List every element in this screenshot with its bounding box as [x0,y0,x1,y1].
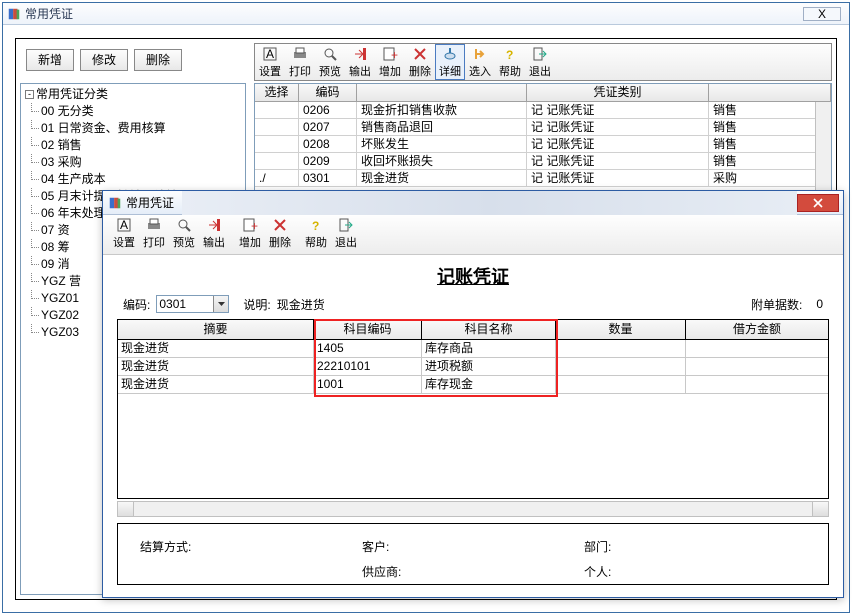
dlg-add-button[interactable]: +增加 [235,215,265,251]
output-button[interactable]: 输出 [345,44,375,80]
entry-row[interactable]: 现金进货1405库存商品 [118,340,828,358]
person-label: 个人: [584,563,806,580]
col-right[interactable] [709,84,831,102]
code-combo[interactable] [156,295,229,313]
dlg-exit-button[interactable]: 退出 [331,215,361,251]
collapse-icon[interactable]: - [25,90,34,99]
app-icon [7,7,21,21]
detail-button[interactable]: 详细 [435,44,465,80]
settings-button[interactable]: A设置 [255,44,285,80]
attach-value: 0 [816,297,823,311]
edit-button[interactable]: 修改 [80,49,128,71]
dept-label: 部门: [584,538,806,555]
print-button[interactable]: 打印 [285,44,315,80]
add-row-button[interactable]: +增加 [375,44,405,80]
help-button[interactable]: ?帮助 [495,44,525,80]
svg-text:A: A [266,47,274,61]
dlg-preview-button[interactable]: 预览 [169,215,199,251]
window-title: 常用凭证 [25,5,803,22]
code-input[interactable] [157,296,213,312]
dlg-del-button[interactable]: 删除 [265,215,295,251]
dialog-close-button[interactable] [797,194,839,212]
close-button[interactable]: X [803,7,841,21]
exit-button[interactable]: 退出 [525,44,555,80]
egcol-subjectcode[interactable]: 科目编码 [314,320,422,340]
col-select[interactable]: 选择 [255,84,299,102]
customer-label: 客户: [362,538,584,555]
egcol-debit[interactable]: 借方金额 [686,320,828,340]
table-row[interactable]: 0209收回坏账损失记 记账凭证销售 [255,153,831,170]
svg-text:?: ? [312,219,319,233]
svg-text:+: + [391,48,398,62]
dlg-output-button[interactable]: 输出 [199,215,229,251]
tree-root[interactable]: -常用凭证分类 [23,86,243,103]
big-buttons: 新增 修改 删除 [26,49,182,71]
table-row[interactable]: 0206现金折扣销售收款记 记账凭证销售 [255,102,831,119]
table-row[interactable]: ./0301现金进货记 记账凭证采购 [255,170,831,187]
tree-node[interactable]: 01 日常资金、费用核算 [23,120,243,137]
egcol-subjectname[interactable]: 科目名称 [422,320,556,340]
main-toolbar: A设置 打印 预览 输出 +增加 删除 详细 选入 ?帮助 退出 [254,43,832,81]
horizontal-scrollbar[interactable] [117,501,829,517]
tree-node[interactable]: 00 无分类 [23,103,243,120]
dialog-title: 常用凭证 [126,194,174,211]
chevron-down-icon[interactable] [213,296,228,312]
meta-row: 编码: 说明: 现金进货 附单据数: 0 [103,295,843,319]
svg-text:+: + [251,219,258,233]
select-in-button[interactable]: 选入 [465,44,495,80]
dlg-help-button[interactable]: ?帮助 [301,215,331,251]
titlebar: 常用凭证 X [3,3,849,25]
preview-button[interactable]: 预览 [315,44,345,80]
tree-node[interactable]: 03 采购 [23,154,243,171]
entry-row[interactable]: 现金进货1001库存现金 [118,376,828,394]
voucher-dialog: 常用凭证 A设置 打印 预览 输出 +增加 删除 ?帮助 退出 记账凭证 编码:… [102,190,844,598]
entry-grid: 摘要 科目编码 科目名称 数量 借方金额 现金进货1405库存商品现金进货222… [117,319,829,499]
dlg-print-button[interactable]: 打印 [139,215,169,251]
supplier-label: 供应商: [362,563,584,580]
egcol-summary[interactable]: 摘要 [118,320,314,340]
tree-node[interactable]: 02 销售 [23,137,243,154]
scroll-right-icon[interactable] [812,502,828,516]
col-desc[interactable] [357,84,527,102]
desc-label: 说明: [243,296,270,313]
col-type[interactable]: 凭证类别 [527,84,709,102]
delete-button[interactable]: 删除 [134,49,182,71]
col-code[interactable]: 编码 [299,84,357,102]
attach-label: 附单据数: [751,296,802,313]
svg-text:?: ? [506,48,513,62]
app-icon [108,196,122,210]
svg-text:A: A [120,218,128,232]
table-row[interactable]: 0207销售商品退回记 记账凭证销售 [255,119,831,136]
dlg-settings-button[interactable]: A设置 [109,215,139,251]
voucher-heading: 记账凭证 [103,255,843,295]
desc-value: 现金进货 [277,296,325,313]
table-row[interactable]: 0208坏账发生记 记账凭证销售 [255,136,831,153]
settle-label: 结算方式: [140,538,362,555]
del-row-button[interactable]: 删除 [405,44,435,80]
dialog-toolbar: A设置 打印 预览 输出 +增加 删除 ?帮助 退出 [103,215,843,255]
egcol-qty[interactable]: 数量 [556,320,686,340]
titlebar-blur [182,191,797,215]
bottom-info: 结算方式: 客户: 部门: 供应商: 个人: [117,523,829,585]
entry-row[interactable]: 现金进货22210101进项税额 [118,358,828,376]
scroll-left-icon[interactable] [118,502,134,516]
add-button[interactable]: 新增 [26,49,74,71]
tree-node[interactable]: 04 生产成本 [23,171,243,188]
code-label: 编码: [123,296,150,313]
dialog-titlebar: 常用凭证 [103,191,843,215]
